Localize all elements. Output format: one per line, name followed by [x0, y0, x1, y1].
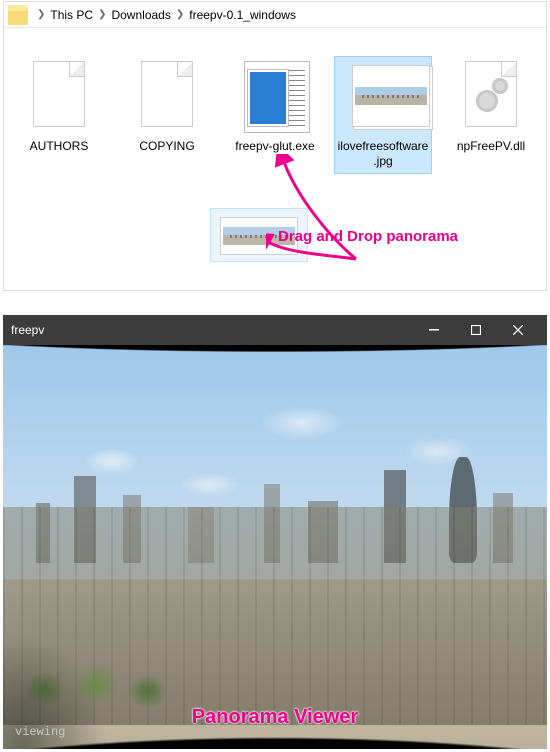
breadcrumb-downloads[interactable]: Downloads — [111, 8, 170, 22]
maximize-icon — [471, 325, 481, 335]
file-icon — [136, 61, 198, 133]
file-icon — [28, 61, 90, 133]
breadcrumb[interactable]: ❯ This PC ❯ Downloads ❯ freepv-0.1_windo… — [4, 2, 546, 28]
panorama-viewport[interactable]: viewing Panorama Viewer — [3, 345, 547, 749]
minimize-icon — [429, 325, 439, 335]
file-explorer-window: ❯ This PC ❯ Downloads ❯ freepv-0.1_windo… — [3, 1, 547, 291]
file-exe[interactable]: freepv-glut.exe — [226, 56, 324, 159]
file-label: freepv-glut.exe — [235, 139, 314, 154]
file-copying[interactable]: COPYING — [118, 56, 216, 159]
file-jpg[interactable]: ilovefreesoftware.jpg — [334, 56, 432, 174]
file-label: npFreePV.dll — [457, 139, 525, 154]
file-list[interactable]: AUTHORS COPYING freepv-glut.exe ilovefre… — [4, 28, 546, 286]
chevron-right-icon[interactable]: ❯ — [95, 9, 109, 20]
image-icon — [352, 61, 414, 133]
file-dll[interactable]: npFreePV.dll — [442, 56, 540, 159]
breadcrumb-this-pc[interactable]: This PC — [50, 8, 93, 22]
annotation-text: Panorama Viewer — [3, 706, 547, 729]
chevron-right-icon[interactable]: ❯ — [173, 9, 187, 20]
file-label: ilovefreesoftware.jpg — [337, 139, 429, 169]
close-button[interactable] — [497, 315, 539, 345]
drag-ghost — [210, 208, 308, 262]
close-icon — [513, 325, 523, 335]
breadcrumb-current[interactable]: freepv-0.1_windows — [189, 8, 296, 22]
folder-icon — [8, 5, 28, 25]
application-icon — [244, 61, 306, 133]
maximize-button[interactable] — [455, 315, 497, 345]
panorama-viewer-window: freepv viewing Panorama Viewer — [3, 315, 547, 749]
titlebar[interactable]: freepv — [3, 315, 547, 345]
chevron-right-icon[interactable]: ❯ — [34, 9, 48, 20]
file-label: AUTHORS — [30, 139, 89, 154]
minimize-button[interactable] — [413, 315, 455, 345]
file-label: COPYING — [139, 139, 194, 154]
window-title: freepv — [11, 323, 413, 337]
dll-icon — [460, 61, 522, 133]
file-authors[interactable]: AUTHORS — [10, 56, 108, 159]
